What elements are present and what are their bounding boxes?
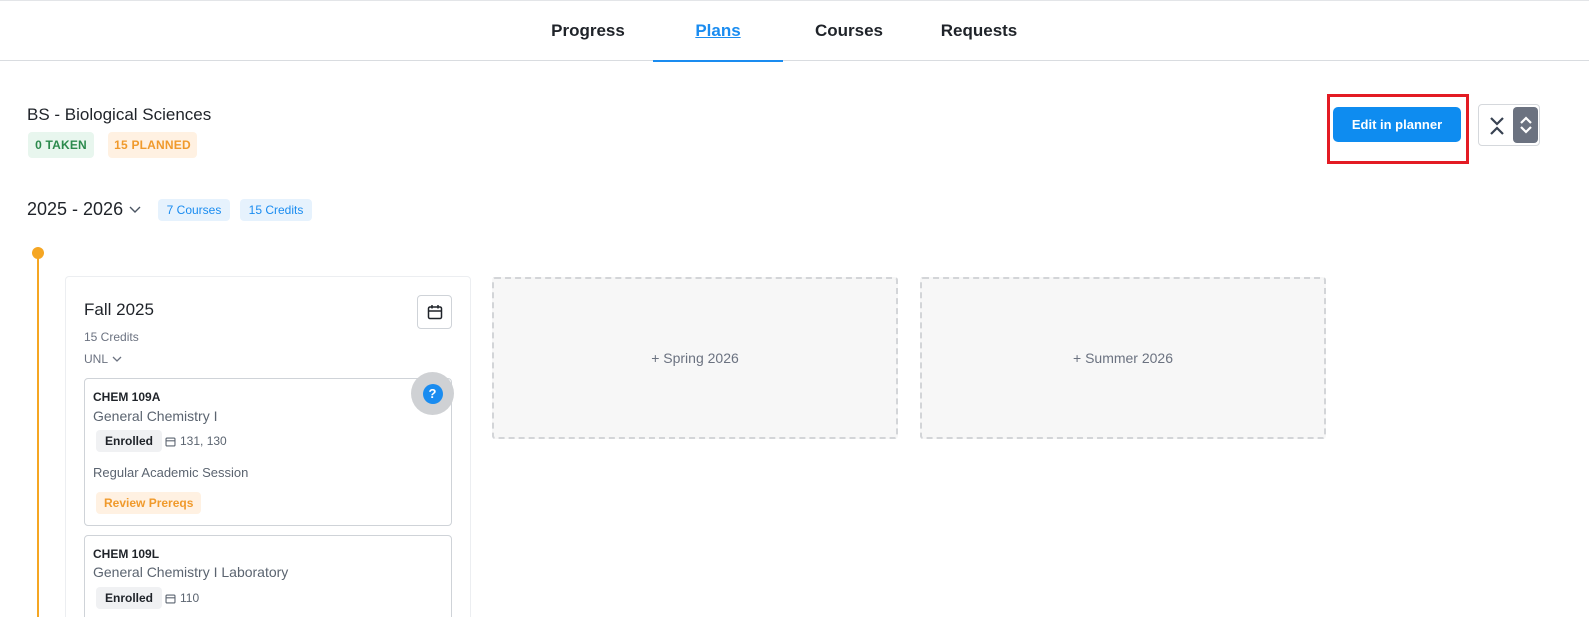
chevron-down-icon bbox=[112, 356, 122, 362]
course-card[interactable]: CHEM 109A General Chemistry I Enrolled 1… bbox=[84, 378, 452, 526]
section-info: 110 bbox=[165, 591, 199, 605]
status-badge: Enrolled bbox=[96, 587, 163, 609]
top-nav: Progress Plans Courses Requests bbox=[0, 0, 1589, 62]
course-name: General Chemistry I Laboratory bbox=[93, 564, 289, 580]
tab-plans[interactable]: Plans bbox=[653, 1, 783, 62]
year-title: 2025 - 2026 bbox=[27, 199, 124, 219]
school-label: UNL bbox=[84, 352, 109, 366]
help-button[interactable]: ? bbox=[411, 372, 454, 415]
add-spring-2026-term[interactable]: + Spring 2026 bbox=[492, 277, 898, 439]
expand-icon[interactable] bbox=[1513, 107, 1538, 143]
school-select[interactable]: UNL bbox=[84, 352, 122, 366]
section-numbers: 110 bbox=[180, 591, 200, 605]
year-toggle[interactable]: 2025 - 2026 bbox=[27, 199, 141, 220]
section-info: 131, 130 bbox=[165, 434, 227, 448]
status-badge: Enrolled bbox=[96, 430, 163, 452]
course-name: General Chemistry I bbox=[93, 408, 218, 424]
courses-count-badge: 7 Courses bbox=[158, 199, 230, 221]
calendar-button[interactable] bbox=[417, 295, 452, 329]
credits-count-badge: 15 Credits bbox=[240, 199, 312, 221]
review-prereqs-badge[interactable]: Review Prereqs bbox=[96, 492, 202, 514]
timeline-dot bbox=[32, 247, 44, 259]
tab-progress[interactable]: Progress bbox=[538, 1, 638, 61]
calendar-icon bbox=[165, 594, 176, 604]
term-title: Fall 2025 bbox=[84, 300, 154, 319]
calendar-icon bbox=[427, 305, 442, 320]
course-card[interactable]: CHEM 109L General Chemistry I Laboratory… bbox=[84, 535, 452, 617]
chevron-down-icon bbox=[129, 206, 141, 213]
timeline-line bbox=[37, 254, 39, 617]
course-code: CHEM 109L bbox=[93, 547, 160, 561]
help-icon: ? bbox=[422, 383, 443, 404]
calendar-icon bbox=[165, 437, 176, 447]
tab-courses[interactable]: Courses bbox=[799, 1, 899, 61]
term-credits: 15 Credits bbox=[84, 330, 139, 344]
session-name: Regular Academic Session bbox=[93, 465, 249, 480]
taken-badge: 0 TAKEN bbox=[28, 132, 94, 158]
program-title: BS - Biological Sciences bbox=[27, 105, 212, 124]
tab-requests[interactable]: Requests bbox=[929, 1, 1029, 61]
section-numbers: 131, 130 bbox=[180, 434, 227, 448]
course-code: CHEM 109A bbox=[93, 390, 161, 404]
collapse-expand-toggle bbox=[1478, 104, 1540, 146]
edit-in-planner-button[interactable]: Edit in planner bbox=[1333, 107, 1461, 142]
add-summer-2026-term[interactable]: + Summer 2026 bbox=[920, 277, 1326, 439]
planned-badge: 15 PLANNED bbox=[108, 132, 197, 158]
collapse-icon[interactable] bbox=[1485, 113, 1509, 139]
